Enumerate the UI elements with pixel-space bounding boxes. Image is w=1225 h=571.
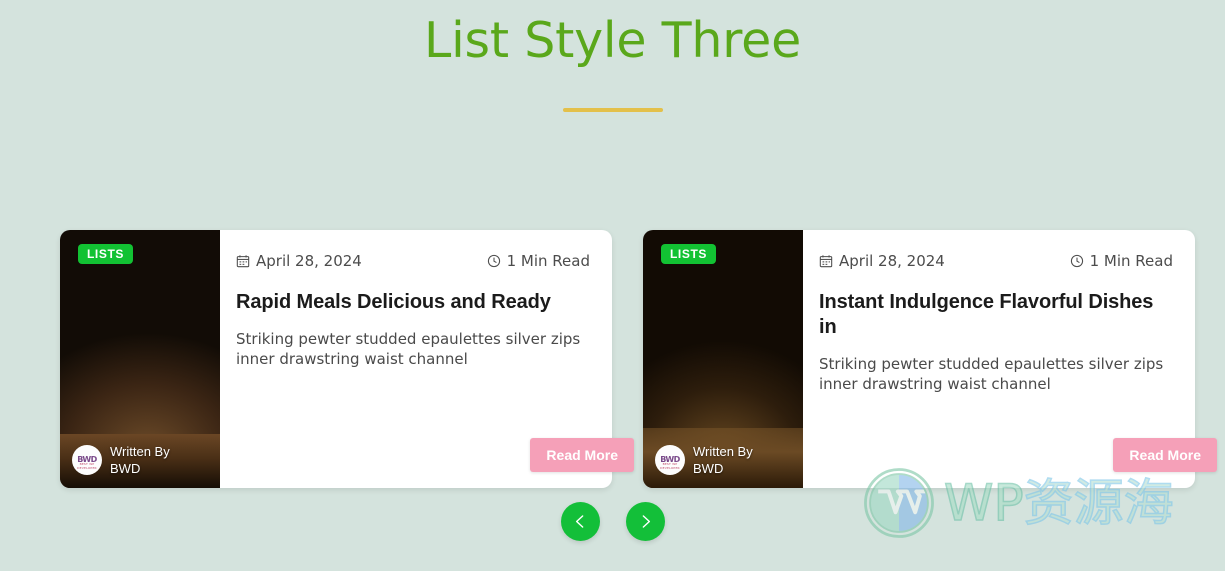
post-date: April 28, 2024 — [819, 252, 945, 270]
author-written-by-label: Written By — [110, 443, 170, 459]
post-carousel: LISTS BWD BEST WP DEVELOPER Written By B… — [0, 230, 1225, 488]
carousel-navigation — [0, 502, 1225, 541]
author-written-by-label: Written By — [693, 443, 753, 459]
post-date-text: April 28, 2024 — [256, 252, 362, 270]
post-body: April 28, 2024 1 Min Read Instant Indulg… — [803, 230, 1217, 488]
post-thumbnail: LISTS BWD BEST WP DEVELOPER Written By B… — [643, 230, 803, 488]
post-author: BWD BEST WP DEVELOPER Written By BWD — [72, 443, 170, 478]
carousel-next-button[interactable] — [625, 502, 665, 541]
author-text-block: Written By BWD — [693, 443, 753, 478]
post-meta: April 28, 2024 1 Min Read — [236, 252, 590, 270]
read-more-button[interactable]: Read More — [530, 438, 634, 472]
post-read-time-text: 1 Min Read — [1089, 252, 1173, 270]
post-card[interactable]: LISTS BWD BEST WP DEVELOPER Written By B… — [60, 230, 634, 488]
post-body: April 28, 2024 1 Min Read Rapid Meals De… — [220, 230, 634, 488]
post-card[interactable]: LISTS BWD BEST WP DEVELOPER Written By B… — [643, 230, 1217, 488]
chevron-right-icon — [637, 513, 654, 530]
post-read-time: 1 Min Read — [1070, 252, 1173, 270]
post-read-time: 1 Min Read — [487, 252, 590, 270]
page-header: List Style Three — [0, 0, 1225, 112]
post-meta: April 28, 2024 1 Min Read — [819, 252, 1173, 270]
calendar-icon — [236, 254, 250, 268]
post-date: April 28, 2024 — [236, 252, 362, 270]
post-thumbnail: LISTS BWD BEST WP DEVELOPER Written By B… — [60, 230, 220, 488]
post-title[interactable]: Rapid Meals Delicious and Ready — [236, 290, 590, 315]
post-author: BWD BEST WP DEVELOPER Written By BWD — [655, 443, 753, 478]
post-excerpt: Striking pewter studded epaulettes silve… — [236, 330, 581, 369]
author-text-block: Written By BWD — [110, 443, 170, 478]
category-badge[interactable]: LISTS — [661, 244, 717, 264]
read-more-button[interactable]: Read More — [1113, 438, 1217, 472]
clock-icon — [487, 254, 501, 268]
calendar-icon — [819, 254, 833, 268]
title-divider — [562, 107, 663, 112]
clock-icon — [1070, 254, 1084, 268]
author-name: BWD — [693, 461, 724, 477]
post-title[interactable]: Instant Indulgence Flavorful Dishes in — [819, 290, 1173, 340]
avatar-subtext: BEST WP DEVELOPER — [77, 462, 97, 471]
category-badge[interactable]: LISTS — [78, 244, 134, 264]
carousel-prev-button[interactable] — [560, 502, 600, 541]
post-excerpt: Striking pewter studded epaulettes silve… — [819, 355, 1164, 394]
avatar-subtext: BEST WP DEVELOPER — [660, 462, 680, 471]
post-read-time-text: 1 Min Read — [506, 252, 590, 270]
author-name: BWD — [110, 461, 141, 477]
chevron-left-icon — [572, 513, 589, 530]
post-date-text: April 28, 2024 — [839, 252, 945, 270]
avatar: BWD BEST WP DEVELOPER — [655, 445, 685, 476]
page-title: List Style Three — [423, 12, 802, 69]
avatar: BWD BEST WP DEVELOPER — [72, 445, 102, 476]
